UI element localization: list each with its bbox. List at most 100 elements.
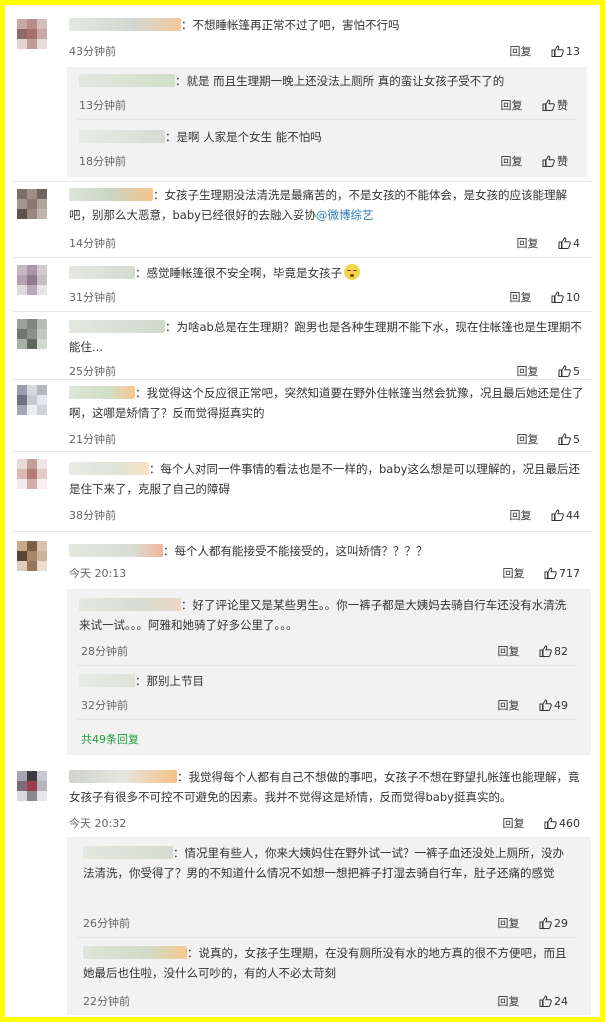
- thumb-up-icon[interactable]: [558, 237, 571, 249]
- username[interactable]: [79, 674, 135, 687]
- timestamp: 18分钟前: [79, 155, 126, 168]
- thumb-up-icon[interactable]: [539, 917, 552, 929]
- reply-text: ：就是 而且生理期一晚上还没法上厕所 真的蛮让女孩子受不了的: [79, 71, 579, 91]
- reply-actions: 回复 赞: [501, 97, 569, 113]
- sleepy-face-icon: [344, 264, 360, 280]
- timestamp: 今天 20:13: [69, 567, 127, 580]
- reply-button[interactable]: 回复: [503, 817, 525, 830]
- avatar[interactable]: [17, 541, 47, 571]
- reply-button[interactable]: 回复: [498, 995, 520, 1008]
- username[interactable]: [79, 598, 181, 611]
- thumb-up-icon[interactable]: [558, 433, 571, 445]
- username[interactable]: [69, 320, 165, 333]
- mention-link[interactable]: @微博综艺: [316, 208, 374, 222]
- comment-text: ：女孩子生理期没法清洗是最痛苦的，不是女孩的不能体会，是女孩的应该能理解吧，别那…: [69, 188, 567, 222]
- reply-button[interactable]: 回复: [503, 567, 525, 580]
- comment-text: ：我觉得每个人都有自己不想做的事吧，女孩子不想在野望扎帐篷也能理解，竟女孩子有很…: [69, 770, 580, 804]
- comment-actions: 回复 717: [503, 565, 581, 581]
- thumb-up-icon[interactable]: [558, 365, 571, 377]
- timestamp: 43分钟前: [69, 45, 116, 58]
- like-count: 赞: [557, 99, 568, 112]
- like-count: 717: [559, 567, 580, 580]
- username[interactable]: [69, 544, 163, 557]
- reply-text: ：说真的，女孩子生理期，在没有厕所没有水的地方真的很不方便吧，而且她最后也住啦，…: [83, 946, 567, 980]
- username[interactable]: [79, 130, 165, 143]
- timestamp: 38分钟前: [69, 509, 116, 522]
- timestamp: 31分钟前: [69, 291, 116, 304]
- like-count: 10: [566, 291, 580, 304]
- reply-button[interactable]: 回复: [510, 509, 532, 522]
- comment-text: ：感觉睡帐篷很不安全啊，毕竟是女孩子: [69, 263, 589, 283]
- reply-text: ：是啊 人家是个女生 能不怕吗: [79, 127, 579, 147]
- avatar[interactable]: [17, 771, 47, 801]
- comment-actions: 回复 13: [510, 43, 581, 59]
- more-replies-link[interactable]: 共49条回复: [81, 731, 139, 747]
- username[interactable]: [69, 386, 135, 399]
- comment-actions: 回复 44: [510, 507, 581, 523]
- comment-actions: 回复 4: [517, 235, 581, 251]
- reply-actions: 回复 赞: [501, 153, 569, 169]
- avatar[interactable]: [17, 189, 47, 219]
- avatar[interactable]: [17, 319, 47, 349]
- reply-actions: 回复 49: [498, 697, 569, 713]
- reply-actions: 回复 82: [498, 643, 569, 659]
- thumb-up-icon[interactable]: [544, 567, 557, 579]
- like-count: 24: [554, 995, 568, 1008]
- comment-text: ：每个人对同一件事情的看法也是不一样的，baby这么想是可以理解的，况且最后还是…: [69, 462, 580, 496]
- thumb-up-icon[interactable]: [539, 995, 552, 1007]
- username[interactable]: [69, 266, 135, 279]
- avatar[interactable]: [17, 385, 47, 415]
- like-count: 赞: [557, 155, 568, 168]
- like-count: 460: [559, 817, 580, 830]
- comment-text: ：我觉得这个反应很正常吧，突然知道要在野外住帐篷当然会犹豫，况且最后她还是住了啊…: [69, 386, 584, 420]
- thumb-up-icon[interactable]: [542, 155, 555, 167]
- reply-button[interactable]: 回复: [498, 917, 520, 930]
- thumb-up-icon[interactable]: [551, 509, 564, 521]
- like-count: 4: [573, 237, 580, 250]
- like-count: 44: [566, 509, 580, 522]
- reply-button[interactable]: 回复: [498, 699, 520, 712]
- comment-text: ：每个人都有能接受不能接受的，这叫矫情？？？？: [69, 541, 589, 561]
- comment-actions: 回复 5: [517, 363, 581, 379]
- avatar[interactable]: [17, 265, 47, 295]
- username[interactable]: [79, 74, 175, 87]
- comment-actions: 回复 5: [517, 431, 581, 447]
- reply-actions: 回复 24: [498, 993, 569, 1009]
- thumb-up-icon[interactable]: [551, 45, 564, 57]
- reply-button[interactable]: 回复: [501, 99, 523, 112]
- reply-button[interactable]: 回复: [498, 645, 520, 658]
- like-count: 5: [573, 433, 580, 446]
- comment-actions: 回复 460: [503, 815, 581, 831]
- username[interactable]: [69, 770, 177, 783]
- reply-button[interactable]: 回复: [517, 237, 539, 250]
- reply-button[interactable]: 回复: [517, 365, 539, 378]
- username[interactable]: [69, 462, 149, 475]
- reply-text: ：情况里有些人，你来大姨妈住在野外试一试？一裤子血还没处上厕所，没办法清洗，你受…: [83, 846, 564, 880]
- avatar[interactable]: [17, 459, 47, 489]
- thumb-up-icon[interactable]: [551, 291, 564, 303]
- reply-text: ：那别上节目: [79, 671, 569, 691]
- timestamp: 25分钟前: [69, 365, 116, 378]
- timestamp: 22分钟前: [83, 995, 130, 1008]
- reply-button[interactable]: 回复: [510, 291, 532, 304]
- comment-feed: ：不想睡帐篷再正常不过了吧，害怕不行吗 43分钟前 回复 13 ：就是 而且生理…: [0, 0, 605, 1022]
- username[interactable]: [83, 946, 187, 959]
- thumb-up-icon[interactable]: [539, 699, 552, 711]
- thumb-up-icon[interactable]: [539, 645, 552, 657]
- reply-button[interactable]: 回复: [510, 45, 532, 58]
- like-count: 82: [554, 645, 568, 658]
- reply-button[interactable]: 回复: [501, 155, 523, 168]
- username[interactable]: [69, 18, 181, 31]
- username[interactable]: [69, 188, 153, 201]
- reply-button[interactable]: 回复: [517, 433, 539, 446]
- like-count: 5: [573, 365, 580, 378]
- timestamp: 21分钟前: [69, 433, 116, 446]
- thumb-up-icon[interactable]: [544, 817, 557, 829]
- timestamp: 32分钟前: [81, 699, 128, 712]
- comment-text: ：不想睡帐篷再正常不过了吧，害怕不行吗: [69, 15, 589, 35]
- avatar[interactable]: [17, 19, 47, 49]
- timestamp: 14分钟前: [69, 237, 116, 250]
- username[interactable]: [83, 846, 173, 859]
- thumb-up-icon[interactable]: [542, 99, 555, 111]
- like-count: 29: [554, 917, 568, 930]
